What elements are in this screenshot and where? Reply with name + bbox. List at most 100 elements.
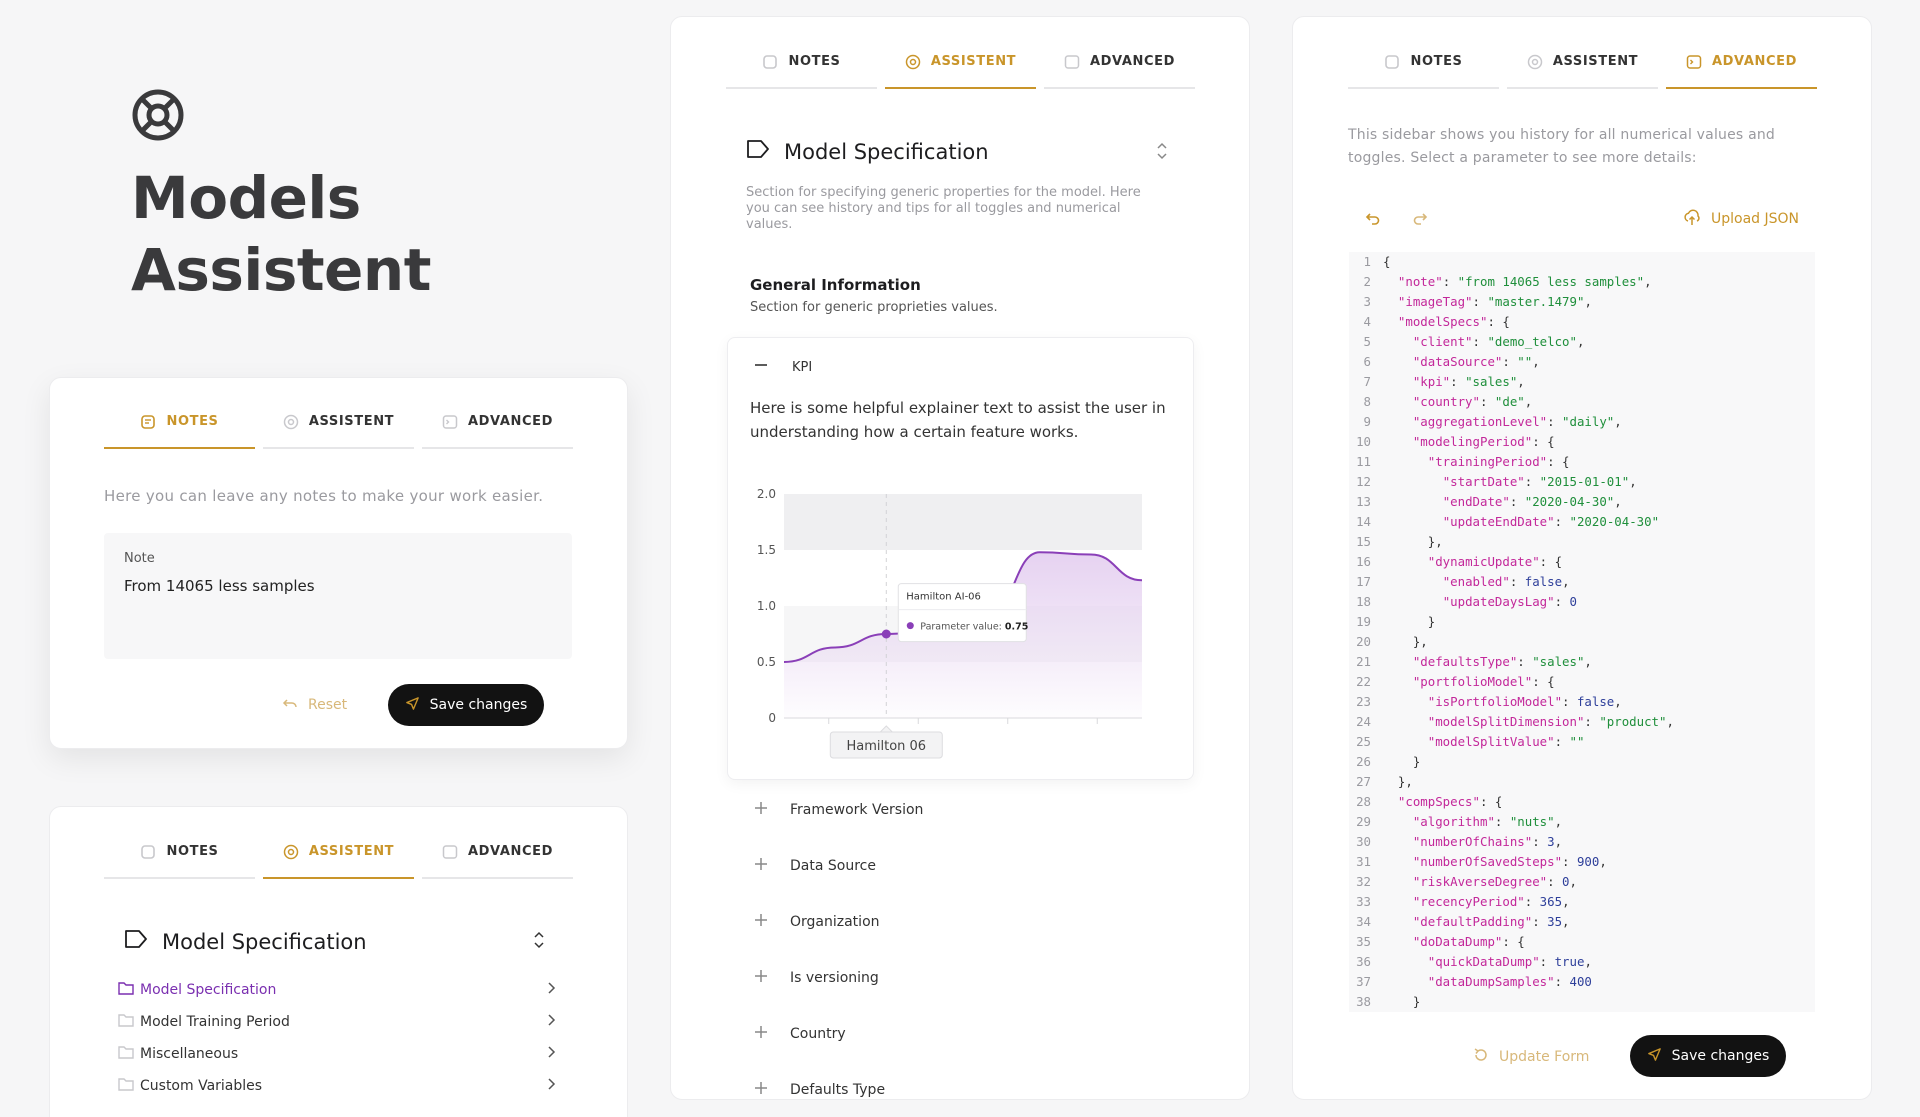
chart-y-tick-label: 0.5 bbox=[757, 655, 776, 669]
tab-assistent[interactable]: ASSISTENT bbox=[885, 54, 1036, 89]
note-icon bbox=[762, 54, 778, 70]
terminal-icon bbox=[1064, 54, 1080, 70]
upload-json-button[interactable]: Upload JSON bbox=[1683, 208, 1799, 230]
line-number: 25 bbox=[1356, 734, 1371, 749]
line-number: 12 bbox=[1356, 474, 1371, 489]
lifebuoy-logo-icon bbox=[131, 88, 185, 146]
note-field[interactable]: Note From 14065 less samples bbox=[104, 533, 572, 659]
line-number: 11 bbox=[1356, 454, 1371, 469]
code-text: "recencyPeriod": 365, bbox=[1412, 894, 1570, 909]
note-icon bbox=[140, 414, 156, 430]
line-number: 32 bbox=[1356, 874, 1371, 889]
accordion-item-label: Data Source bbox=[790, 858, 876, 874]
tab-notes-label: NOTES bbox=[166, 414, 219, 429]
accordion-item[interactable]: Framework Version bbox=[754, 801, 923, 819]
folder-icon bbox=[118, 1013, 134, 1031]
accordion-item[interactable]: Data Source bbox=[754, 857, 876, 875]
tab-notes[interactable]: NOTES bbox=[104, 844, 255, 879]
expand-collapse-icon[interactable] bbox=[1155, 140, 1169, 166]
code-text: "client": "demo_telco", bbox=[1412, 334, 1585, 349]
tab-advanced-label: ADVANCED bbox=[1090, 54, 1175, 69]
code-text: "startDate": "2015-01-01", bbox=[1442, 474, 1637, 489]
line-number: 28 bbox=[1356, 794, 1371, 809]
tree-item[interactable]: Custom Variables bbox=[118, 1077, 556, 1095]
line-number: 20 bbox=[1356, 634, 1371, 649]
tab-advanced-label: ADVANCED bbox=[1712, 54, 1797, 69]
code-line: 27 }, bbox=[1349, 772, 1815, 792]
notes-save-button[interactable]: Save changes bbox=[388, 684, 544, 726]
code-line: 38 } bbox=[1349, 992, 1815, 1012]
tab-notes-label: NOTES bbox=[166, 844, 219, 859]
assistent-section-header[interactable]: Model Specification bbox=[746, 138, 989, 165]
code-text: "numberOfSavedSteps": 900, bbox=[1412, 854, 1607, 869]
note-icon bbox=[140, 844, 156, 860]
tab-advanced[interactable]: ADVANCED bbox=[1044, 54, 1195, 89]
folder-icon bbox=[118, 1077, 134, 1095]
tab-advanced[interactable]: ADVANCED bbox=[422, 844, 573, 879]
accordion-item[interactable]: Defaults Type bbox=[754, 1081, 885, 1099]
chart-tooltip-value: 0.75 bbox=[1005, 622, 1028, 633]
line-number: 6 bbox=[1363, 354, 1371, 369]
tab-advanced[interactable]: ADVANCED bbox=[1666, 54, 1817, 89]
tab-notes[interactable]: NOTES bbox=[1348, 54, 1499, 89]
code-line: 3 "imageTag": "master.1479", bbox=[1349, 292, 1815, 312]
assistent-section-title: Model Specification bbox=[784, 139, 989, 164]
line-number: 24 bbox=[1356, 714, 1371, 729]
reset-button[interactable]: Reset bbox=[282, 695, 347, 715]
code-text: } bbox=[1383, 614, 1436, 629]
code-text: "dynamicUpdate": { bbox=[1427, 554, 1563, 569]
code-text: "riskAverseDegree": 0, bbox=[1412, 874, 1577, 889]
code-text: } bbox=[1383, 994, 1421, 1009]
tree-section-header[interactable]: Model Specification bbox=[124, 928, 367, 955]
undo-icon[interactable] bbox=[1365, 210, 1381, 230]
code-line: 11 "trainingPeriod": { bbox=[1349, 452, 1815, 472]
plus-icon bbox=[754, 1081, 768, 1099]
kpi-header[interactable]: KPI bbox=[754, 358, 812, 376]
accordion-item[interactable]: Organization bbox=[754, 913, 880, 931]
code-text: "compSpecs": { bbox=[1397, 794, 1503, 809]
chevron-right-icon bbox=[546, 981, 556, 999]
code-text: }, bbox=[1383, 774, 1413, 789]
json-code-editor[interactable]: 1{2 "note": "from 14065 less samples", 3 … bbox=[1349, 252, 1815, 1012]
tab-assistent[interactable]: ASSISTENT bbox=[263, 414, 414, 449]
code-line: 23 "isPortfolioModel": false, bbox=[1349, 692, 1815, 712]
line-number: 33 bbox=[1356, 894, 1371, 909]
redo-icon[interactable] bbox=[1412, 210, 1428, 230]
code-line: 34 "defaultPadding": 35, bbox=[1349, 912, 1815, 932]
tab-advanced[interactable]: ADVANCED bbox=[422, 414, 573, 449]
update-form-button[interactable]: Update Form bbox=[1473, 1047, 1589, 1067]
tree-item[interactable]: Model Training Period bbox=[118, 1013, 556, 1031]
kpi-help-text: Here is some helpful explainer text to a… bbox=[750, 399, 1166, 441]
code-text: "modelSplitValue": "" bbox=[1427, 734, 1585, 749]
terminal-icon bbox=[442, 844, 458, 860]
tab-notes[interactable]: NOTES bbox=[726, 54, 877, 89]
tree-item-label: Custom Variables bbox=[140, 1078, 263, 1094]
line-number: 23 bbox=[1356, 694, 1371, 709]
code-line: 6 "dataSource": "", bbox=[1349, 352, 1815, 372]
code-line: 21 "defaultsType": "sales", bbox=[1349, 652, 1815, 672]
tab-assistent[interactable]: ASSISTENT bbox=[263, 844, 414, 879]
code-line: 26 } bbox=[1349, 752, 1815, 772]
line-number: 26 bbox=[1356, 754, 1371, 769]
chart-y-tick-label: 2.0 bbox=[757, 487, 776, 501]
advanced-description: This sidebar shows you history for all n… bbox=[1348, 127, 1776, 166]
chart-tooltip: Hamilton AI-06 Parameter value: 0.75 bbox=[897, 583, 1028, 643]
line-number: 30 bbox=[1356, 834, 1371, 849]
expand-collapse-icon[interactable] bbox=[532, 929, 546, 955]
code-line: 13 "endDate": "2020-04-30", bbox=[1349, 492, 1815, 512]
line-number: 16 bbox=[1356, 554, 1371, 569]
line-number: 9 bbox=[1363, 414, 1371, 429]
minus-icon bbox=[754, 358, 768, 376]
code-line: 25 "modelSplitValue": "" bbox=[1349, 732, 1815, 752]
code-line: 22 "portfolioModel": { bbox=[1349, 672, 1815, 692]
accordion-item-label: Defaults Type bbox=[790, 1082, 886, 1098]
accordion-item[interactable]: Is versioning bbox=[754, 969, 879, 987]
notes-description: Here you can leave any notes to make you… bbox=[104, 487, 544, 505]
tree-item[interactable]: Miscellaneous bbox=[118, 1045, 556, 1063]
accordion-item[interactable]: Country bbox=[754, 1025, 846, 1043]
tab-assistent[interactable]: ASSISTENT bbox=[1507, 54, 1658, 89]
tab-notes[interactable]: NOTES bbox=[104, 414, 255, 449]
code-text: "updateDaysLag": 0 bbox=[1442, 594, 1577, 609]
advanced-save-button[interactable]: Save changes bbox=[1630, 1035, 1786, 1077]
tree-item[interactable]: Model Specification bbox=[118, 981, 556, 999]
